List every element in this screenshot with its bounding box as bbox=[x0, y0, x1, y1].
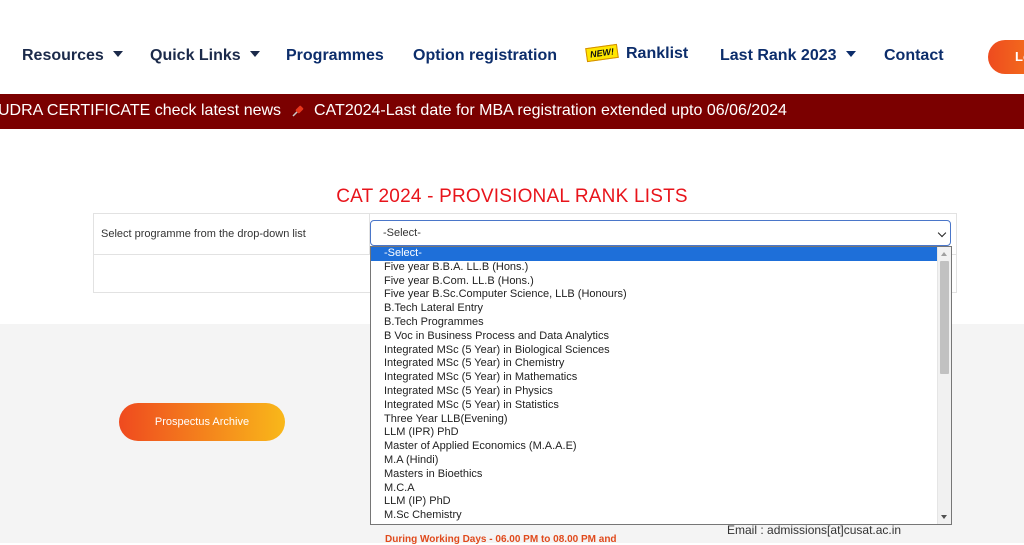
dropdown-option[interactable]: M.A (Hindi) bbox=[371, 454, 937, 468]
news-ticker: UDRA CERTIFICATE check latest news CAT20… bbox=[0, 94, 1024, 129]
top-navigation: Resources Quick Links Programmes Option … bbox=[0, 0, 1024, 94]
chevron-down-icon bbox=[249, 51, 260, 57]
scroll-up-icon[interactable] bbox=[941, 252, 947, 256]
new-badge-icon: NEW! bbox=[585, 43, 619, 63]
scroll-thumb[interactable] bbox=[940, 261, 949, 374]
nav-last-rank-label: Last Rank 2023 bbox=[720, 47, 837, 64]
nav-contact-label: Contact bbox=[884, 47, 944, 64]
dropdown-option[interactable]: Integrated MSc (5 Year) in Physics bbox=[371, 385, 937, 399]
dropdown-option[interactable]: LLM (IPR) PhD bbox=[371, 426, 937, 440]
email-line: Email : admissions[at]cusat.ac.in bbox=[727, 523, 902, 537]
nav-ranklist[interactable]: NEW! Ranklist bbox=[585, 43, 689, 63]
ticker-item[interactable]: UDRA CERTIFICATE check latest news bbox=[0, 96, 281, 126]
dropdown-option[interactable]: Three Year LLB(Evening) bbox=[371, 413, 937, 427]
program-select-label: Select programme from the drop-down list bbox=[101, 228, 306, 240]
dropdown-scrollbar[interactable] bbox=[937, 247, 951, 524]
dropdown-option[interactable]: Integrated MSc (5 Year) in Mathematics bbox=[371, 371, 937, 385]
nav-last-rank[interactable]: Last Rank 2023 bbox=[720, 47, 856, 65]
program-select-value: -Select- bbox=[383, 227, 421, 239]
pin-icon bbox=[292, 105, 304, 117]
chevron-down-icon bbox=[937, 228, 947, 238]
email-value[interactable]: admissions[at]cusat.ac.in bbox=[767, 523, 901, 537]
dropdown-option[interactable]: Master of Applied Economics (M.A.A.E) bbox=[371, 440, 937, 454]
nav-option-registration-label: Option registration bbox=[413, 47, 557, 64]
working-days-text: During Working Days - 06.00 PM to 08.00 … bbox=[385, 534, 617, 545]
dropdown-option[interactable]: LLM (IP) PhD bbox=[371, 495, 937, 509]
nav-programmes[interactable]: Programmes bbox=[286, 47, 384, 65]
dropdown-option[interactable]: B.Tech Programmes bbox=[371, 316, 937, 330]
scroll-down-icon[interactable] bbox=[941, 515, 947, 519]
nav-resources[interactable]: Resources bbox=[22, 47, 123, 65]
nav-option-registration[interactable]: Option registration bbox=[413, 47, 557, 65]
nav-ranklist-label: Ranklist bbox=[626, 45, 689, 62]
email-label: Email bbox=[727, 523, 758, 537]
chevron-down-icon bbox=[845, 51, 856, 57]
dropdown-option[interactable]: M.C.A bbox=[371, 482, 937, 496]
dropdown-option[interactable]: Five year B.Sc.Computer Science, LLB (Ho… bbox=[371, 288, 937, 302]
ticker-item[interactable]: CAT2024-Last date for MBA registration e… bbox=[314, 96, 787, 126]
dropdown-option[interactable]: Integrated MSc (5 Year) in Statistics bbox=[371, 399, 937, 413]
login-button[interactable]: Lo bbox=[988, 40, 1024, 74]
nav-quick-links-label: Quick Links bbox=[150, 47, 241, 64]
nav-quick-links[interactable]: Quick Links bbox=[150, 47, 260, 65]
dropdown-option[interactable]: M.Sc Chemistry bbox=[371, 509, 937, 523]
dropdown-option[interactable]: B Voc in Business Process and Data Analy… bbox=[371, 330, 937, 344]
dropdown-option[interactable]: -Select- bbox=[371, 247, 937, 261]
program-dropdown-list[interactable]: -Select- Five year B.B.A. LL.B (Hons.) Fiv… bbox=[370, 246, 952, 525]
nav-contact[interactable]: Contact bbox=[884, 47, 944, 65]
nav-programmes-label: Programmes bbox=[286, 47, 384, 64]
dropdown-option[interactable]: B.Tech Lateral Entry bbox=[371, 302, 937, 316]
page-title: CAT 2024 - PROVISIONAL RANK LISTS bbox=[336, 186, 688, 207]
chevron-down-icon bbox=[112, 51, 123, 57]
nav-resources-label: Resources bbox=[22, 47, 104, 64]
dropdown-option[interactable]: Five year B.B.A. LL.B (Hons.) bbox=[371, 261, 937, 275]
dropdown-option[interactable]: Integrated MSc (5 Year) in Chemistry bbox=[371, 357, 937, 371]
dropdown-option[interactable]: Masters in Bioethics bbox=[371, 468, 937, 482]
dropdown-option[interactable]: Integrated MSc (5 Year) in Biological Sc… bbox=[371, 344, 937, 358]
prospectus-archive-button[interactable]: Prospectus Archive bbox=[119, 403, 285, 441]
dropdown-options: -Select- Five year B.B.A. LL.B (Hons.) Fiv… bbox=[371, 247, 937, 523]
program-select[interactable]: -Select- bbox=[370, 220, 951, 246]
dropdown-option[interactable]: Five year B.Com. LL.B (Hons.) bbox=[371, 275, 937, 289]
